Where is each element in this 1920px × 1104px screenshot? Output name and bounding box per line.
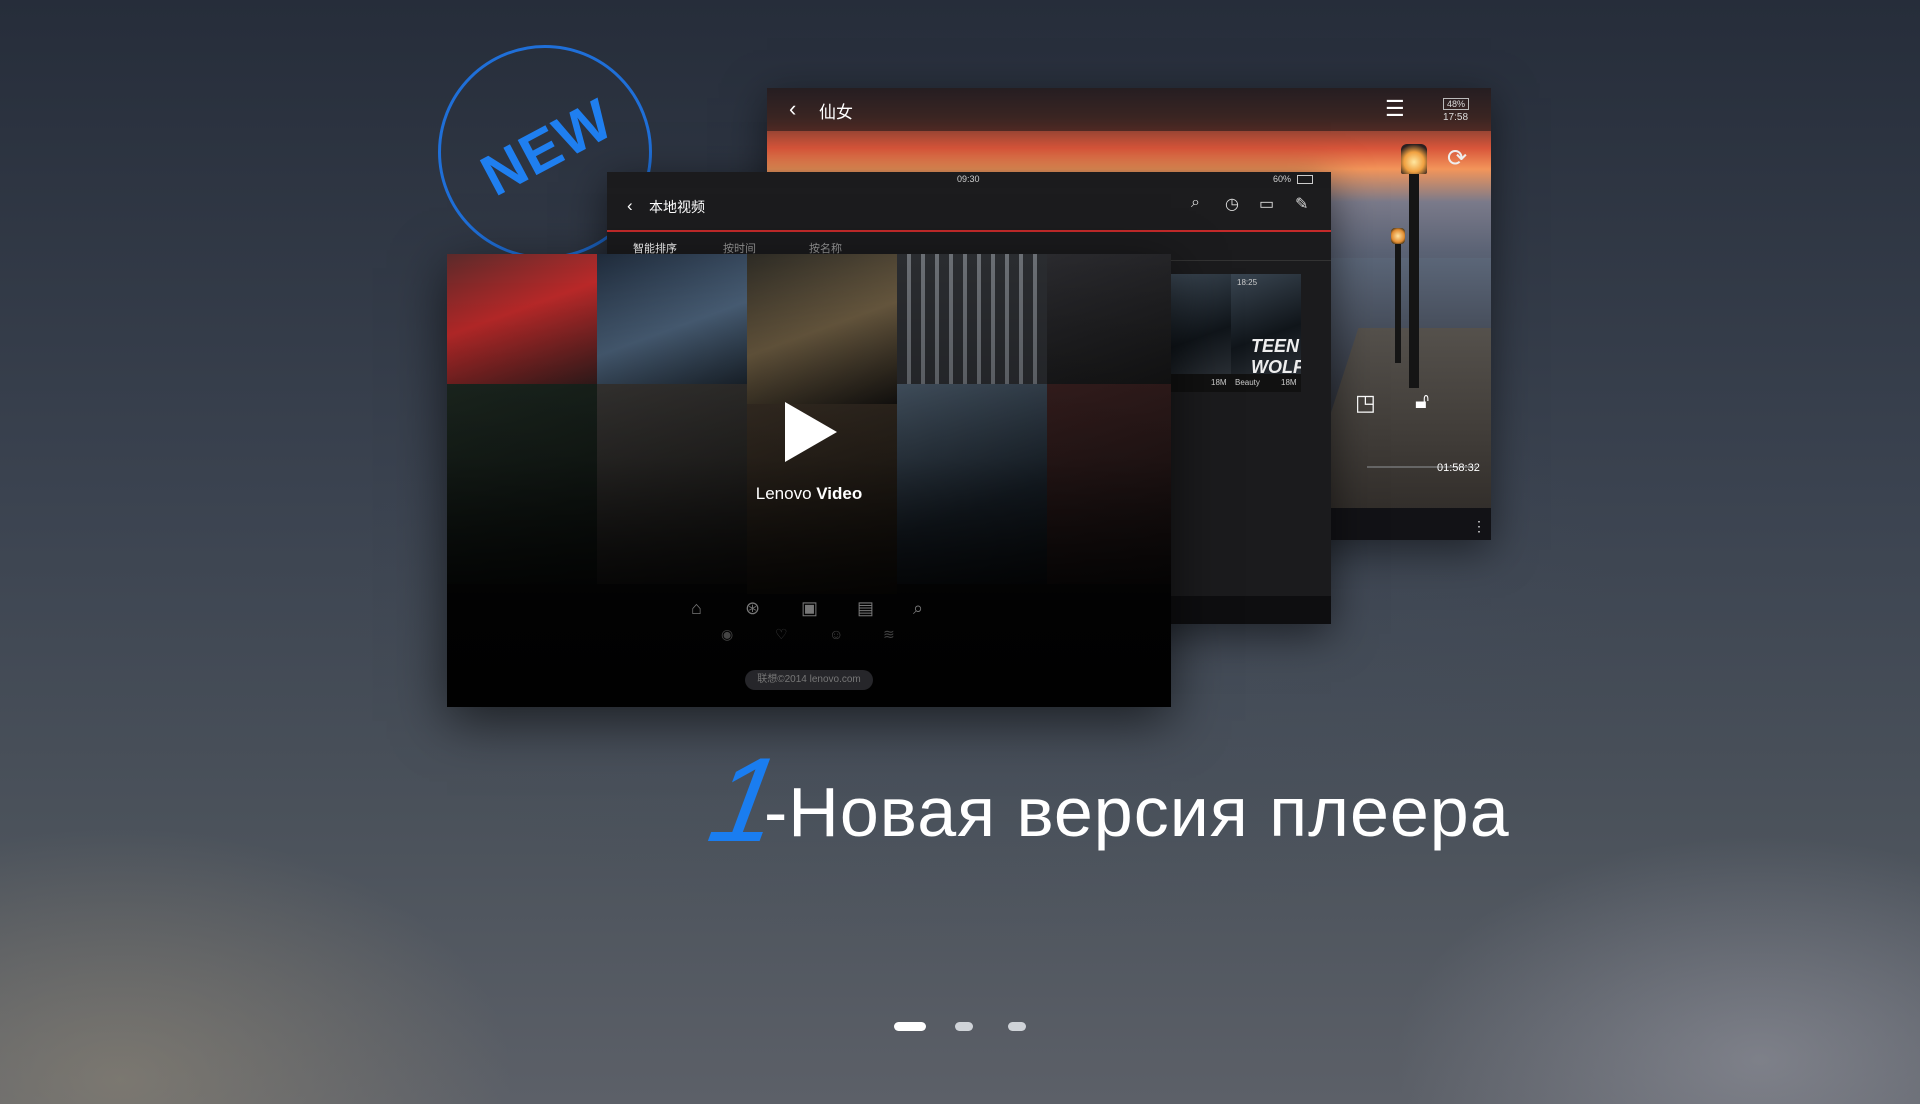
status-battery: 60% [1273, 174, 1292, 184]
status-bar: 09:30 60% [607, 172, 1331, 188]
battery-icon [1297, 175, 1313, 184]
lamp-post-far [1395, 233, 1401, 363]
heart-icon[interactable]: ♡ [775, 626, 788, 643]
page-dot-2[interactable] [955, 1022, 973, 1031]
player-title: 仙女 [819, 103, 853, 122]
player-battery: 48% [1443, 98, 1470, 110]
more-icon[interactable]: ⋮ [1472, 518, 1486, 535]
film-reel-icon[interactable]: ⊛ [745, 598, 760, 619]
chevron-left-icon[interactable]: ‹ [789, 96, 796, 122]
window-icon[interactable]: ◳ [1355, 390, 1376, 416]
chevron-left-icon[interactable]: ‹ [627, 196, 633, 216]
lock-icon[interactable]: 🔓︎ [1415, 388, 1429, 414]
home-icon[interactable]: ⌂ [691, 598, 702, 619]
document-icon[interactable]: ▤ [857, 598, 874, 619]
edit-icon[interactable]: ✎ [1295, 194, 1308, 214]
copyright-badge: 联想©2014 lenovo.com [745, 670, 873, 690]
splash-screenshot: Lenovo Video ⌂ ⊛ ▣ ▤ ⌕ ◉ ♡ ☺ ≋ 联想©2014 l… [447, 254, 1171, 707]
brand-bold: Video [816, 484, 863, 503]
search-icon[interactable]: ⌕ [913, 598, 923, 619]
page-dot-3[interactable] [1008, 1022, 1026, 1031]
video-name: Beauty [1235, 378, 1260, 387]
video-thumb[interactable]: 18M [1167, 274, 1237, 392]
status-time: 09:30 [957, 174, 980, 184]
video-size: 18M [1211, 378, 1227, 387]
rotate-icon[interactable]: ⟳ [1447, 144, 1467, 173]
brand-light: Lenovo [755, 484, 812, 503]
camera-icon[interactable]: ◉ [721, 626, 733, 643]
video-poster [1167, 274, 1237, 374]
video-duration: 18:25 [1237, 278, 1258, 287]
play-icon[interactable] [785, 402, 837, 462]
splash-shade [447, 254, 1171, 707]
lamp-post [1409, 158, 1419, 388]
list-icon[interactable]: ☰ [1385, 96, 1405, 122]
history-icon[interactable]: ◷ [1225, 194, 1239, 214]
search-icon[interactable]: ⌕ [1191, 194, 1200, 212]
brand-logo: Lenovo Video [709, 484, 909, 504]
local-header [607, 188, 1331, 232]
video-thumb[interactable]: 18:25 TEEN WOLF Beauty 18M [1231, 274, 1301, 392]
lamp-light [1401, 144, 1427, 174]
video-size: 18M [1281, 378, 1297, 387]
player-top-bar [767, 88, 1491, 131]
signal-icon[interactable]: ≋ [883, 626, 895, 643]
people-icon[interactable]: ☺ [829, 626, 843, 642]
headline-text: -Новая версия плеера [764, 773, 1510, 851]
camera-icon[interactable]: ▭ [1259, 194, 1274, 214]
tv-icon[interactable]: ▣ [801, 598, 818, 619]
player-elapsed-time: 01:58:32 [1437, 462, 1480, 474]
local-title: 本地视频 [649, 199, 705, 215]
lamp-light-far [1391, 228, 1405, 244]
poster-title: TEEN WOLF [1251, 336, 1301, 377]
page-dot-1[interactable] [894, 1022, 926, 1031]
player-clock: 17:58 [1443, 112, 1469, 123]
